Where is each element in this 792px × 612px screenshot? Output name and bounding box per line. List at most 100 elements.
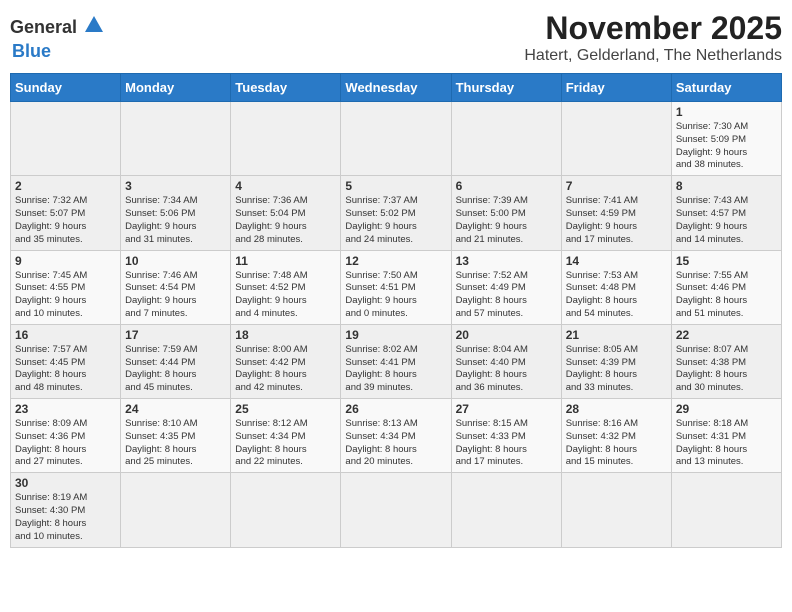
calendar-day-cell: 27Sunrise: 8:15 AM Sunset: 4:33 PM Dayli… bbox=[451, 399, 561, 473]
calendar-day-cell bbox=[231, 102, 341, 176]
calendar-day-cell bbox=[561, 102, 671, 176]
weekday-header: Friday bbox=[561, 74, 671, 102]
day-number: 19 bbox=[345, 328, 446, 342]
calendar-week-row: 2 Sunrise: 7:32 AM Sunset: 5:07 PM Daylig… bbox=[11, 176, 782, 250]
day-number: 1 bbox=[676, 105, 777, 119]
day-info: Sunrise: 8:02 AM Sunset: 4:41 PM Dayligh… bbox=[345, 344, 446, 395]
calendar-day-cell: 14 Sunrise: 7:53 AM Sunset: 4:48 PM Dayli… bbox=[561, 250, 671, 324]
logo: General Blue bbox=[10, 10, 105, 62]
day-number: 27 bbox=[456, 402, 557, 416]
day-number: 10 bbox=[125, 254, 226, 268]
weekday-header: Saturday bbox=[671, 74, 781, 102]
calendar-day-cell: 13Sunrise: 7:52 AM Sunset: 4:49 PM Dayli… bbox=[451, 250, 561, 324]
day-info: Sunrise: 7:30 AM Sunset: 5:09 PM Dayligh… bbox=[676, 121, 777, 172]
day-number: 25 bbox=[235, 402, 336, 416]
location-subtitle: Hatert, Gelderland, The Netherlands bbox=[524, 47, 782, 65]
day-number: 11 bbox=[235, 254, 336, 268]
day-info: Sunrise: 7:37 AM Sunset: 5:02 PM Dayligh… bbox=[345, 195, 446, 246]
title-area: November 2025 Hatert, Gelderland, The Ne… bbox=[524, 10, 782, 65]
day-number: 14 bbox=[566, 254, 667, 268]
day-info: Sunrise: 7:43 AM Sunset: 4:57 PM Dayligh… bbox=[676, 195, 777, 246]
weekday-row: SundayMondayTuesdayWednesdayThursdayFrid… bbox=[11, 74, 782, 102]
day-number: 12 bbox=[345, 254, 446, 268]
calendar-day-cell: 10 Sunrise: 7:46 AM Sunset: 4:54 PM Dayli… bbox=[121, 250, 231, 324]
day-number: 30 bbox=[15, 476, 116, 490]
day-number: 16 bbox=[15, 328, 116, 342]
day-number: 13 bbox=[456, 254, 557, 268]
day-info: Sunrise: 8:05 AM Sunset: 4:39 PM Dayligh… bbox=[566, 344, 667, 395]
day-info: Sunrise: 8:09 AM Sunset: 4:36 PM Dayligh… bbox=[15, 418, 116, 469]
day-number: 17 bbox=[125, 328, 226, 342]
day-number: 2 bbox=[15, 179, 116, 193]
day-info: Sunrise: 7:50 AM Sunset: 4:51 PM Dayligh… bbox=[345, 270, 446, 321]
calendar-day-cell: 9 Sunrise: 7:45 AM Sunset: 4:55 PM Daylig… bbox=[11, 250, 121, 324]
calendar-day-cell: 17 Sunrise: 7:59 AM Sunset: 4:44 PM Dayli… bbox=[121, 324, 231, 398]
logo-blue: Blue bbox=[12, 41, 51, 62]
weekday-header: Wednesday bbox=[341, 74, 451, 102]
calendar-day-cell: 21 Sunrise: 8:05 AM Sunset: 4:39 PM Dayli… bbox=[561, 324, 671, 398]
logo-general: General bbox=[10, 17, 77, 38]
day-info: Sunrise: 8:19 AM Sunset: 4:30 PM Dayligh… bbox=[15, 492, 116, 543]
calendar-day-cell: 26 Sunrise: 8:13 AM Sunset: 4:34 PM Dayli… bbox=[341, 399, 451, 473]
day-number: 4 bbox=[235, 179, 336, 193]
day-number: 7 bbox=[566, 179, 667, 193]
calendar-day-cell: 6Sunrise: 7:39 AM Sunset: 5:00 PM Daylig… bbox=[451, 176, 561, 250]
day-info: Sunrise: 7:55 AM Sunset: 4:46 PM Dayligh… bbox=[676, 270, 777, 321]
day-info: Sunrise: 8:16 AM Sunset: 4:32 PM Dayligh… bbox=[566, 418, 667, 469]
day-info: Sunrise: 8:10 AM Sunset: 4:35 PM Dayligh… bbox=[125, 418, 226, 469]
day-number: 9 bbox=[15, 254, 116, 268]
calendar-day-cell: 19 Sunrise: 8:02 AM Sunset: 4:41 PM Dayli… bbox=[341, 324, 451, 398]
day-info: Sunrise: 7:57 AM Sunset: 4:45 PM Dayligh… bbox=[15, 344, 116, 395]
day-info: Sunrise: 8:13 AM Sunset: 4:34 PM Dayligh… bbox=[345, 418, 446, 469]
day-number: 5 bbox=[345, 179, 446, 193]
day-number: 20 bbox=[456, 328, 557, 342]
calendar-day-cell: 7 Sunrise: 7:41 AM Sunset: 4:59 PM Daylig… bbox=[561, 176, 671, 250]
day-number: 3 bbox=[125, 179, 226, 193]
day-number: 21 bbox=[566, 328, 667, 342]
calendar-day-cell: 12 Sunrise: 7:50 AM Sunset: 4:51 PM Dayli… bbox=[341, 250, 451, 324]
day-info: Sunrise: 8:00 AM Sunset: 4:42 PM Dayligh… bbox=[235, 344, 336, 395]
calendar-day-cell: 30 Sunrise: 8:19 AM Sunset: 4:30 PM Dayli… bbox=[11, 473, 121, 547]
day-number: 23 bbox=[15, 402, 116, 416]
calendar-header: SundayMondayTuesdayWednesdayThursdayFrid… bbox=[11, 74, 782, 102]
calendar-day-cell: 22 Sunrise: 8:07 AM Sunset: 4:38 PM Dayli… bbox=[671, 324, 781, 398]
day-info: Sunrise: 8:18 AM Sunset: 4:31 PM Dayligh… bbox=[676, 418, 777, 469]
calendar-day-cell: 24 Sunrise: 8:10 AM Sunset: 4:35 PM Dayli… bbox=[121, 399, 231, 473]
day-number: 6 bbox=[456, 179, 557, 193]
day-info: Sunrise: 7:45 AM Sunset: 4:55 PM Dayligh… bbox=[15, 270, 116, 321]
calendar-day-cell: 20Sunrise: 8:04 AM Sunset: 4:40 PM Dayli… bbox=[451, 324, 561, 398]
day-number: 18 bbox=[235, 328, 336, 342]
day-info: Sunrise: 7:41 AM Sunset: 4:59 PM Dayligh… bbox=[566, 195, 667, 246]
day-number: 24 bbox=[125, 402, 226, 416]
calendar-week-row: 23 Sunrise: 8:09 AM Sunset: 4:36 PM Dayli… bbox=[11, 399, 782, 473]
day-info: Sunrise: 7:53 AM Sunset: 4:48 PM Dayligh… bbox=[566, 270, 667, 321]
day-info: Sunrise: 7:59 AM Sunset: 4:44 PM Dayligh… bbox=[125, 344, 226, 395]
weekday-header: Sunday bbox=[11, 74, 121, 102]
calendar-day-cell: 3Sunrise: 7:34 AM Sunset: 5:06 PM Daylig… bbox=[121, 176, 231, 250]
day-info: Sunrise: 7:32 AM Sunset: 5:07 PM Dayligh… bbox=[15, 195, 116, 246]
calendar-day-cell: 18 Sunrise: 8:00 AM Sunset: 4:42 PM Dayli… bbox=[231, 324, 341, 398]
calendar-day-cell bbox=[671, 473, 781, 547]
calendar-day-cell bbox=[231, 473, 341, 547]
calendar-day-cell bbox=[121, 102, 231, 176]
calendar-week-row: 9 Sunrise: 7:45 AM Sunset: 4:55 PM Daylig… bbox=[11, 250, 782, 324]
weekday-header: Tuesday bbox=[231, 74, 341, 102]
day-info: Sunrise: 8:12 AM Sunset: 4:34 PM Dayligh… bbox=[235, 418, 336, 469]
calendar-day-cell: 11 Sunrise: 7:48 AM Sunset: 4:52 PM Dayli… bbox=[231, 250, 341, 324]
day-info: Sunrise: 7:48 AM Sunset: 4:52 PM Dayligh… bbox=[235, 270, 336, 321]
day-info: Sunrise: 7:46 AM Sunset: 4:54 PM Dayligh… bbox=[125, 270, 226, 321]
calendar-week-row: 16 Sunrise: 7:57 AM Sunset: 4:45 PM Dayli… bbox=[11, 324, 782, 398]
calendar-day-cell: 1 Sunrise: 7:30 AM Sunset: 5:09 PM Daylig… bbox=[671, 102, 781, 176]
weekday-header: Monday bbox=[121, 74, 231, 102]
calendar-day-cell: 25 Sunrise: 8:12 AM Sunset: 4:34 PM Dayli… bbox=[231, 399, 341, 473]
day-number: 22 bbox=[676, 328, 777, 342]
day-number: 15 bbox=[676, 254, 777, 268]
calendar-day-cell: 5 Sunrise: 7:37 AM Sunset: 5:02 PM Daylig… bbox=[341, 176, 451, 250]
calendar-day-cell bbox=[341, 473, 451, 547]
day-number: 26 bbox=[345, 402, 446, 416]
weekday-header: Thursday bbox=[451, 74, 561, 102]
calendar-week-row: 30 Sunrise: 8:19 AM Sunset: 4:30 PM Dayli… bbox=[11, 473, 782, 547]
calendar-day-cell bbox=[121, 473, 231, 547]
day-info: Sunrise: 8:07 AM Sunset: 4:38 PM Dayligh… bbox=[676, 344, 777, 395]
calendar-day-cell bbox=[341, 102, 451, 176]
